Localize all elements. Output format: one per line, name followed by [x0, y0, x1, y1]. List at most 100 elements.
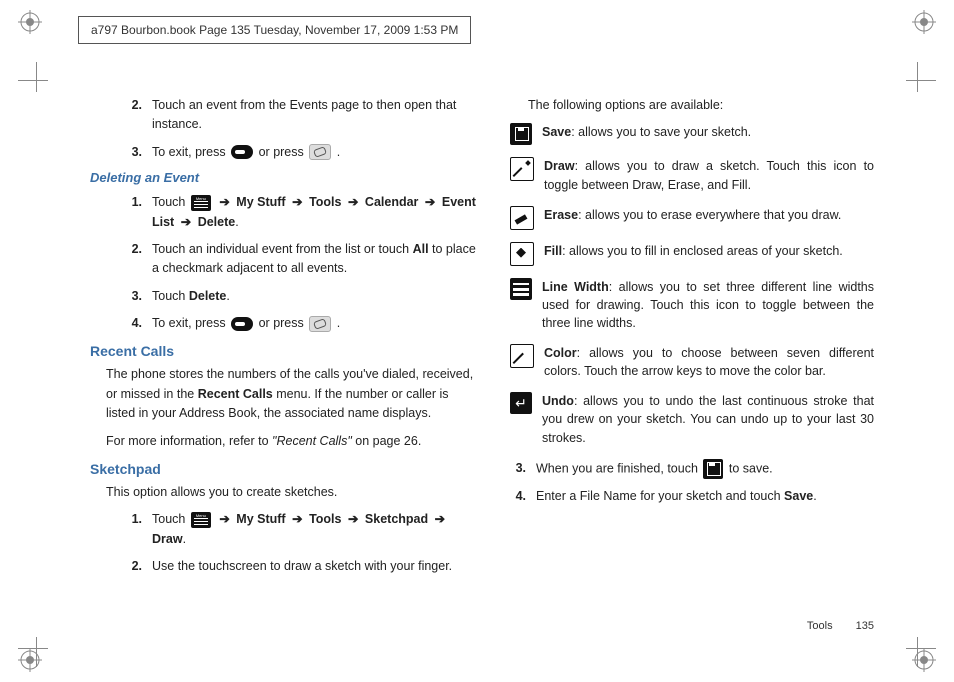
- recent-calls-paragraph: The phone stores the numbers of the call…: [106, 365, 480, 423]
- desc: : allows you to choose between seven dif…: [544, 346, 874, 378]
- delete-step-3: 3. Touch Delete.: [116, 287, 480, 306]
- arrow-icon: ➔: [292, 512, 302, 526]
- crop-mark-icon: [896, 62, 936, 102]
- option-erase: Erase: allows you to erase everywhere th…: [510, 206, 874, 230]
- desc: : allows you to fill in enclosed areas o…: [562, 244, 843, 258]
- text: To exit, press: [152, 316, 229, 330]
- path-part: Calendar: [365, 195, 419, 209]
- text: to save.: [729, 461, 773, 475]
- desc: : allows you to undo the last continuous…: [542, 394, 874, 444]
- registration-mark-icon: [18, 10, 42, 34]
- step-text: To exit, press or press .: [152, 314, 480, 333]
- sketch-step-4: 4. Enter a File Name for your sketch and…: [500, 487, 874, 506]
- text: or press: [259, 316, 308, 330]
- option-text: Erase: allows you to erase everywhere th…: [544, 206, 874, 230]
- color-icon: [510, 344, 534, 368]
- page-body: 2. Touch an event from the Events page t…: [80, 96, 874, 632]
- label: Erase: [544, 208, 578, 222]
- text: Touch: [152, 512, 189, 526]
- path-part: Tools: [309, 195, 341, 209]
- back-key-icon: [231, 317, 253, 331]
- option-undo: Undo: allows you to undo the last contin…: [510, 392, 874, 446]
- step-text: Touch an event from the Events page to t…: [152, 96, 480, 135]
- save-icon: [703, 459, 723, 479]
- page-header-meta: a797 Bourbon.book Page 135 Tuesday, Nove…: [78, 16, 471, 44]
- text: .: [813, 489, 816, 503]
- end-key-icon: [309, 316, 331, 332]
- heading-recent-calls: Recent Calls: [90, 343, 480, 359]
- text: on page 26.: [352, 434, 422, 448]
- step-text: To exit, press or press .: [152, 143, 480, 162]
- arrow-icon: ➔: [435, 512, 445, 526]
- step-text: Enter a File Name for your sketch and to…: [536, 487, 874, 506]
- sketch-step-1: 1. Touch ➔ My Stuff ➔ Tools ➔ Sketchpad …: [116, 510, 480, 549]
- text: .: [337, 316, 340, 330]
- arrow-icon: ➔: [181, 215, 191, 229]
- step-number: 2.: [116, 557, 152, 576]
- crop-mark-icon: [896, 627, 936, 667]
- events-step-3: 3. To exit, press or press .: [116, 143, 480, 162]
- desc: : allows you to draw a sketch. Touch thi…: [544, 159, 874, 191]
- registration-mark-icon: [912, 10, 936, 34]
- draw-icon: [510, 157, 534, 181]
- option-fill: Fill: allows you to fill in enclosed are…: [510, 242, 874, 266]
- heading-deleting-event: Deleting an Event: [90, 170, 480, 185]
- text: Touch an individual event from the list …: [152, 242, 413, 256]
- label: Draw: [544, 159, 575, 173]
- delete-step-4: 4. To exit, press or press .: [116, 314, 480, 333]
- label: Fill: [544, 244, 562, 258]
- option-text: Draw: allows you to draw a sketch. Touch…: [544, 157, 874, 193]
- menu-key-icon: [191, 195, 211, 211]
- step-text: Touch an individual event from the list …: [152, 240, 480, 279]
- path-part: My Stuff: [236, 512, 285, 526]
- text: Enter a File Name for your sketch and to…: [536, 489, 784, 503]
- text: To exit, press: [152, 145, 229, 159]
- bold: All: [413, 242, 429, 256]
- step-text: Touch Delete.: [152, 287, 480, 306]
- option-text: Undo: allows you to undo the last contin…: [542, 392, 874, 446]
- arrow-icon: ➔: [219, 195, 229, 209]
- path-part: My Stuff: [236, 195, 285, 209]
- left-column: 2. Touch an event from the Events page t…: [80, 96, 480, 632]
- undo-icon: [510, 392, 532, 414]
- step-number: 2.: [116, 240, 152, 279]
- menu-key-icon: [191, 512, 211, 528]
- option-text: Color: allows you to choose between seve…: [544, 344, 874, 380]
- arrow-icon: ➔: [348, 512, 358, 526]
- step-text: Touch ➔ My Stuff ➔ Tools ➔ Sketchpad ➔ D…: [152, 510, 480, 549]
- path-part: Draw: [152, 532, 183, 546]
- text: or press: [259, 145, 308, 159]
- sketchpad-intro: This option allows you to create sketche…: [106, 483, 480, 502]
- option-draw: Draw: allows you to draw a sketch. Touch…: [510, 157, 874, 193]
- step-number: 3.: [116, 287, 152, 306]
- step-number: 4.: [500, 487, 536, 506]
- text: .: [226, 289, 229, 303]
- arrow-icon: ➔: [219, 512, 229, 526]
- italic: "Recent Calls": [272, 434, 352, 448]
- step-number: 1.: [116, 193, 152, 232]
- step-text: When you are finished, touch to save.: [536, 459, 874, 479]
- save-icon: [510, 123, 532, 145]
- bold: Delete: [189, 289, 227, 303]
- step-text: Touch ➔ My Stuff ➔ Tools ➔ Calendar ➔ Ev…: [152, 193, 480, 232]
- option-text: Fill: allows you to fill in enclosed are…: [544, 242, 874, 266]
- sketch-step-3: 3. When you are finished, touch to save.: [500, 459, 874, 479]
- step-number: 1.: [116, 510, 152, 549]
- sketch-step-2: 2. Use the touchscreen to draw a sketch …: [116, 557, 480, 576]
- path-part: Tools: [309, 512, 341, 526]
- crop-mark-icon: [18, 62, 58, 102]
- fill-icon: [510, 242, 534, 266]
- erase-icon: [510, 206, 534, 230]
- crop-mark-icon: [18, 627, 58, 667]
- option-text: Save: allows you to save your sketch.: [542, 123, 874, 145]
- step-number: 4.: [116, 314, 152, 333]
- desc: : allows you to save your sketch.: [571, 125, 751, 139]
- step-number: 2.: [116, 96, 152, 135]
- option-color: Color: allows you to choose between seve…: [510, 344, 874, 380]
- end-key-icon: [309, 144, 331, 160]
- page-footer: Tools 135: [807, 620, 874, 632]
- text: .: [337, 145, 340, 159]
- right-column: The following options are available: Sav…: [510, 96, 874, 632]
- label: Line Width: [542, 280, 609, 294]
- events-step-2: 2. Touch an event from the Events page t…: [116, 96, 480, 135]
